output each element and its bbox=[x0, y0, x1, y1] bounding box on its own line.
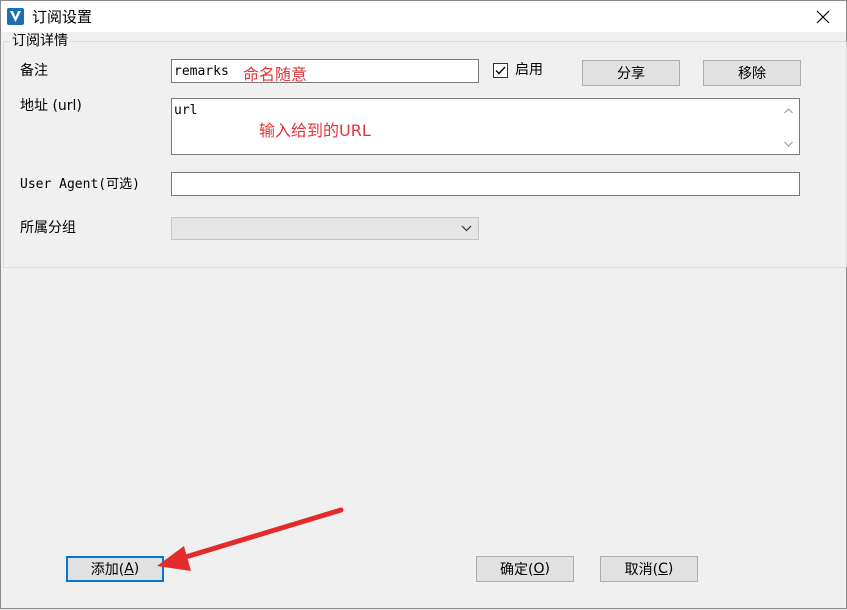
user-agent-label: User Agent(可选) bbox=[20, 177, 140, 192]
chevron-down-icon bbox=[461, 225, 472, 232]
share-button[interactable]: 分享 bbox=[582, 60, 680, 86]
textarea-scrollbar[interactable] bbox=[780, 101, 797, 152]
remarks-value: remarks bbox=[174, 64, 229, 79]
group-select-label: 所属分组 bbox=[20, 220, 76, 236]
url-annotation: 输入给到的URL bbox=[259, 121, 371, 140]
confirm-button-label: 确定( bbox=[500, 562, 534, 578]
remarks-annotation: 命名随意 bbox=[243, 65, 308, 84]
url-value: url bbox=[174, 103, 198, 118]
close-button[interactable] bbox=[800, 1, 846, 32]
add-button[interactable]: 添加(A) bbox=[66, 556, 164, 582]
cancel-button-accesskey: C bbox=[658, 561, 668, 577]
add-button-accesskey: A bbox=[124, 561, 134, 577]
app-logo-icon bbox=[7, 8, 24, 25]
confirm-button-accesskey: O bbox=[533, 561, 545, 577]
confirm-button-paren: ) bbox=[544, 561, 550, 577]
enable-checkbox[interactable] bbox=[493, 63, 508, 78]
close-icon bbox=[816, 10, 830, 23]
url-label: 地址 (url) bbox=[20, 98, 82, 114]
remarks-label: 备注 bbox=[20, 63, 48, 79]
title-bar: 订阅设置 bbox=[1, 1, 846, 32]
remarks-input[interactable]: remarks 命名随意 bbox=[171, 59, 479, 84]
enable-label: 启用 bbox=[515, 62, 543, 78]
scroll-down-icon[interactable] bbox=[780, 135, 797, 152]
remove-button[interactable]: 移除 bbox=[703, 60, 801, 86]
confirm-button[interactable]: 确定(O) bbox=[476, 556, 574, 582]
user-agent-input[interactable] bbox=[171, 172, 800, 196]
window-title: 订阅设置 bbox=[32, 8, 93, 26]
cancel-button[interactable]: 取消(C) bbox=[600, 556, 698, 582]
checkmark-icon bbox=[495, 66, 506, 75]
cancel-button-paren: ) bbox=[667, 561, 674, 577]
add-button-paren: ) bbox=[133, 561, 140, 577]
group-select[interactable] bbox=[171, 217, 479, 240]
group-title: 订阅详情 bbox=[11, 32, 69, 50]
dialog-window: 订阅设置 订阅详情 备注 remarks 命名随意 启用 分享 移除 地址 (u… bbox=[0, 0, 847, 609]
scroll-up-icon[interactable] bbox=[780, 103, 797, 120]
cancel-button-label: 取消( bbox=[624, 562, 659, 578]
add-button-label: 添加( bbox=[90, 562, 125, 578]
url-textarea[interactable]: url 输入给到的URL bbox=[171, 98, 800, 155]
